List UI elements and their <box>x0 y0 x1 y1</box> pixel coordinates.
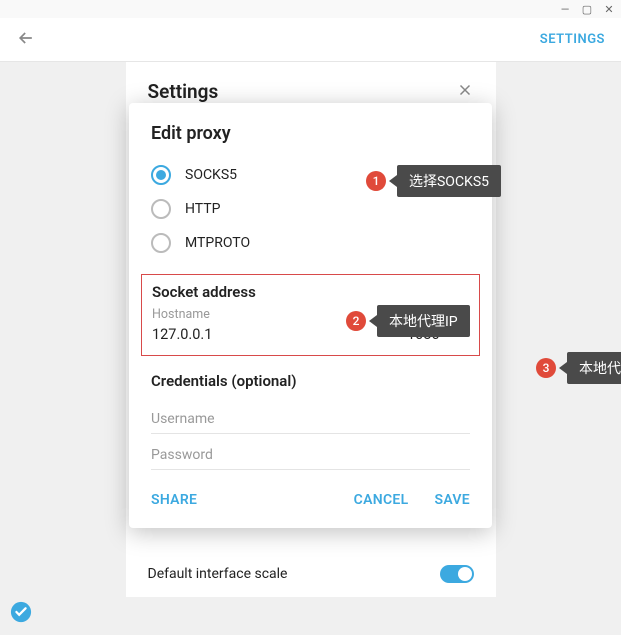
interface-scale-row: Default interface scale <box>126 551 496 597</box>
save-button[interactable]: SAVE <box>434 492 470 508</box>
password-field[interactable] <box>151 434 470 470</box>
radio-http[interactable]: HTTP <box>129 192 492 226</box>
radio-label-http: HTTP <box>185 201 220 217</box>
credentials-title: Credentials (optional) <box>129 366 492 398</box>
password-input[interactable] <box>151 447 470 463</box>
callout-arrow-icon <box>369 315 377 327</box>
radio-icon <box>151 165 171 185</box>
dialog-actions: SHARE CANCEL SAVE <box>129 470 492 514</box>
radio-label-mtproto: MTPROTO <box>185 235 250 251</box>
callout-badge-3: 3 <box>536 358 556 378</box>
interface-scale-toggle[interactable] <box>440 565 474 583</box>
verified-badge-icon <box>10 601 32 623</box>
callout-arrow-icon <box>559 362 567 374</box>
window-titlebar: — ▢ ✕ <box>0 0 621 18</box>
settings-link[interactable]: SETTINGS <box>540 32 605 47</box>
username-input[interactable] <box>151 411 470 427</box>
callout-tip-1: 选择SOCKS5 <box>397 165 501 197</box>
radio-mtproto[interactable]: MTPROTO <box>129 226 492 260</box>
callout-badge-2: 2 <box>346 311 366 331</box>
interface-scale-label: Default interface scale <box>148 566 440 582</box>
callout-arrow-icon <box>389 175 397 187</box>
panel-title: Settings <box>148 80 456 103</box>
top-toolbar: SETTINGS <box>0 18 621 62</box>
back-arrow-icon[interactable] <box>16 28 36 52</box>
radio-icon <box>151 199 171 219</box>
radio-icon <box>151 233 171 253</box>
cancel-button[interactable]: CANCEL <box>354 492 409 508</box>
minimize-icon[interactable]: — <box>559 3 571 15</box>
callout-3: 3 本地代理默认端口 <box>536 352 621 384</box>
callout-tip-3: 本地代理默认端口 <box>567 352 621 384</box>
callout-badge-1: 1 <box>366 171 386 191</box>
close-icon[interactable] <box>456 81 474 103</box>
callout-tip-2: 本地代理IP <box>377 305 470 337</box>
callout-2: 2 本地代理IP <box>346 305 470 337</box>
maximize-icon[interactable]: ▢ <box>581 3 593 15</box>
dialog-title: Edit proxy <box>129 123 492 158</box>
radio-label-socks5: SOCKS5 <box>185 167 237 183</box>
share-button[interactable]: SHARE <box>151 492 197 508</box>
close-window-icon[interactable]: ✕ <box>603 3 615 15</box>
socket-address-title: Socket address <box>152 283 469 301</box>
username-field[interactable] <box>151 398 470 434</box>
callout-1: 1 选择SOCKS5 <box>366 165 501 197</box>
